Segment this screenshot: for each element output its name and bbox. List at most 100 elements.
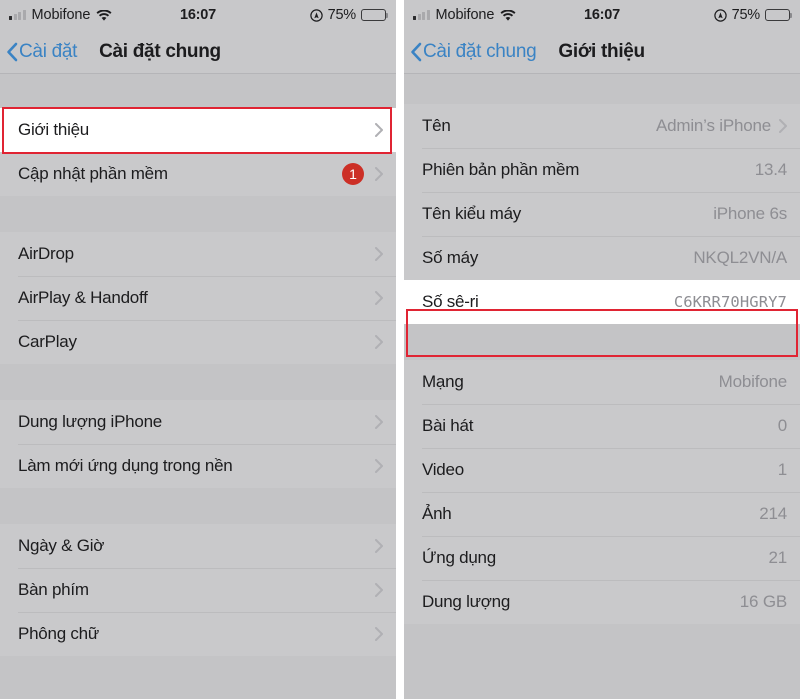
status-bar-right-left-cluster: Mobifone [413,7,516,23]
nav-bar-right: Cài đặt chung Giới thiệu [404,30,800,74]
wifi-icon [96,9,112,21]
list-item-label: Tên [422,116,451,135]
list-item[interactable]: Ảnh 214 [404,492,800,536]
list-item-value: iPhone 6s [713,204,787,223]
page-title-left: Cài đặt chung [99,40,221,62]
list-item-label: Phông chữ [18,624,99,643]
battery-icon [361,9,389,21]
nav-bar-left: Cài đặt Cài đặt chung [0,30,396,74]
list-item-label: CarPlay [18,332,77,351]
cellular-signal-icon [413,10,430,20]
section-gap [404,324,800,360]
dual-screenshot-stage: Mobifone 16:07 75% Cài đặt Cài đặt chung… [0,0,800,699]
chevron-right-icon [375,415,383,429]
cellular-signal-icon [9,10,26,20]
status-bar-left-cluster: Mobifone [9,7,112,23]
carrier-label: Mobifone [31,7,91,23]
list-item-label: Giới thiệu [18,120,90,139]
list-item-value: 21 [768,548,787,567]
location-services-icon [309,8,323,22]
section-gap [0,196,396,232]
list-item[interactable]: Phiên bản phần mềm 13.4 [404,148,800,192]
list-item-label: Số sê-ri [422,292,479,311]
back-button-right[interactable]: Cài đặt chung [410,40,537,63]
list-item[interactable]: CarPlay [0,320,396,364]
battery-percent-label: 75% [731,7,761,23]
settings-group: Giới thiệu Cập nhật phần mềm 1 [0,108,396,196]
list-item[interactable]: Số máy NKQL2VN/A [404,236,800,280]
settings-group: AirDrop AirPlay & Handoff CarPlay [0,232,396,364]
chevron-right-icon [375,335,383,349]
settings-group: Tên Admin’s iPhone Phiên bản phần mềm 13.4 T… [404,104,800,324]
list-item[interactable]: Cập nhật phần mềm 1 [0,152,396,196]
section-gap [0,488,396,524]
chevron-right-icon [375,539,383,553]
status-bar-right: Mobifone 16:07 75% [404,0,800,30]
left-phone-screen: Mobifone 16:07 75% Cài đặt Cài đặt chung… [0,0,396,699]
list-item-value: NKQL2VN/A [693,248,787,267]
chevron-right-icon [375,167,383,181]
list-item-label: Video [422,460,464,479]
back-button-right-label: Cài đặt chung [423,40,537,62]
settings-group: Mạng Mobifone Bài hát 0 Video 1 Ảnh 214 Ứng dụng… [404,360,800,624]
list-item-label: Ứng dụng [422,548,496,567]
wifi-icon [500,9,516,21]
battery-icon [765,9,793,21]
chevron-right-icon [375,583,383,597]
section-gap [0,364,396,400]
list-item-label: Tên kiểu máy [422,204,522,223]
list-item[interactable]: Dung lượng 16 GB [404,580,800,624]
list-item-value: C6KRR70HGRY7 [673,293,787,311]
list-item[interactable]: Ngày & Giờ [0,524,396,568]
list-item[interactable]: Tên kiểu máy iPhone 6s [404,192,800,236]
list-item-value: 13.4 [754,160,787,179]
list-item[interactable]: Mạng Mobifone [404,360,800,404]
settings-group: Dung lượng iPhone Làm mới ứng dụng trong … [0,400,396,488]
status-bar-right-cluster: 75% [309,7,389,23]
section-gap [404,74,800,104]
list-item[interactable]: Dung lượng iPhone [0,400,396,444]
list-item[interactable]: Giới thiệu [0,108,396,152]
list-item-label: Ngày & Giờ [18,536,105,555]
list-item-label: Dung lượng [422,592,511,611]
list-item[interactable]: Bài hát 0 [404,404,800,448]
back-button-left[interactable]: Cài đặt [6,41,77,63]
carrier-label: Mobifone [435,7,495,23]
list-item[interactable]: AirPlay & Handoff [0,276,396,320]
list-item-label: Làm mới ứng dụng trong nền [18,456,233,475]
list-item-label: AirDrop [18,244,74,263]
page-title-right: Giới thiệu [558,40,645,62]
list-item-value: 214 [759,504,787,523]
location-services-icon [713,8,727,22]
about-list-right[interactable]: Tên Admin’s iPhone Phiên bản phần mềm 13.4 T… [404,74,800,624]
chevron-right-icon [375,627,383,641]
list-item-label: Phiên bản phần mềm [422,160,580,179]
list-item-label: AirPlay & Handoff [18,288,148,307]
list-item-label: Số máy [422,248,479,267]
status-badge: 1 [342,163,364,185]
list-item[interactable]: Bàn phím [0,568,396,612]
list-item[interactable]: Phông chữ [0,612,396,656]
list-item-value: Admin’s iPhone [655,116,771,135]
status-bar-right-right-cluster: 75% [713,7,793,23]
chevron-right-icon [779,119,787,133]
settings-group: Ngày & Giờ Bàn phím Phông chữ [0,524,396,656]
back-button-left-label: Cài đặt [19,40,78,62]
battery-percent-label: 75% [327,7,357,23]
status-bar-left: Mobifone 16:07 75% [0,0,396,30]
list-item[interactable]: Làm mới ứng dụng trong nền [0,444,396,488]
chevron-left-icon [6,42,18,62]
list-item-value: 1 [777,460,787,479]
right-phone-screen: Mobifone 16:07 75% Cài đặt chung Giới th… [404,0,800,699]
list-item[interactable]: Ứng dụng 21 [404,536,800,580]
list-item[interactable]: Tên Admin’s iPhone [404,104,800,148]
list-item[interactable]: AirDrop [0,232,396,276]
list-item[interactable]: Video 1 [404,448,800,492]
settings-list-left[interactable]: Giới thiệu Cập nhật phần mềm 1 AirDrop AirPl… [0,74,396,656]
list-item-label: Bàn phím [18,580,89,599]
chevron-right-icon [375,291,383,305]
chevron-left-icon [410,42,422,62]
list-item[interactable]: Số sê-ri C6KRR70HGRY7 [404,280,800,324]
chevron-right-icon [375,459,383,473]
section-gap [0,74,396,108]
